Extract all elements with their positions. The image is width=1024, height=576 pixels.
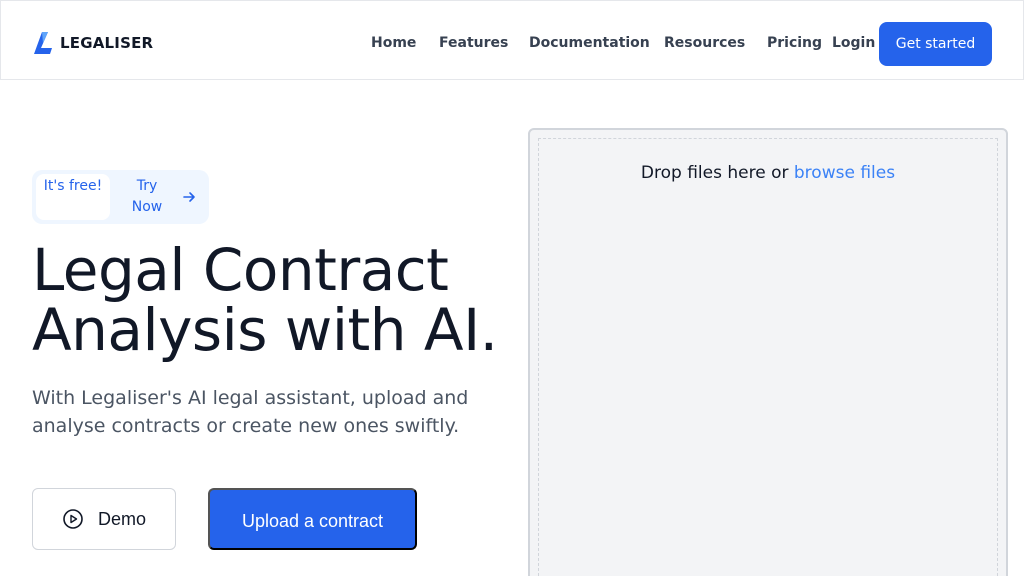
hero-title: Legal Contract Analysis with AI. xyxy=(32,236,498,364)
brand-name: LEGALISER xyxy=(60,34,154,52)
upload-contract-button[interactable]: Upload a contract xyxy=(208,488,417,550)
hero-subtitle: With Legaliser's AI legal assistant, upl… xyxy=(32,387,469,437)
arrow-right-icon xyxy=(183,192,195,202)
file-dropzone[interactable]: Drop files here or browse files xyxy=(528,128,1008,576)
nav-documentation[interactable]: Documentation xyxy=(529,34,650,52)
dropzone-inner-area[interactable]: Drop files here or browse files xyxy=(538,138,998,576)
dropzone-text: Drop files here or xyxy=(640,163,789,183)
brand-logo[interactable]: LEGALISER xyxy=(34,32,153,54)
top-navbar: LEGALISER Home Features Documentation Re… xyxy=(0,0,1024,80)
browse-files-link[interactable]: browse files xyxy=(794,163,895,183)
play-circle-icon xyxy=(63,509,83,529)
nav-features[interactable]: Features xyxy=(439,34,508,52)
try-now-pill[interactable]: It's free! Try Now xyxy=(32,170,209,224)
free-badge: It's free! xyxy=(36,174,110,220)
dropzone-instructions: Drop files here or browse files xyxy=(539,163,997,183)
nav-pricing[interactable]: Pricing xyxy=(767,34,822,52)
nav-resources[interactable]: Resources xyxy=(664,34,745,52)
try-now-link[interactable]: Try Now xyxy=(124,176,170,218)
get-started-button[interactable]: Get started xyxy=(879,22,992,66)
demo-button[interactable]: Demo xyxy=(32,488,176,550)
demo-button-label: Demo xyxy=(97,508,146,529)
logo-icon xyxy=(34,32,52,54)
nav-home[interactable]: Home xyxy=(371,34,416,52)
nav-login[interactable]: Login xyxy=(832,34,875,52)
